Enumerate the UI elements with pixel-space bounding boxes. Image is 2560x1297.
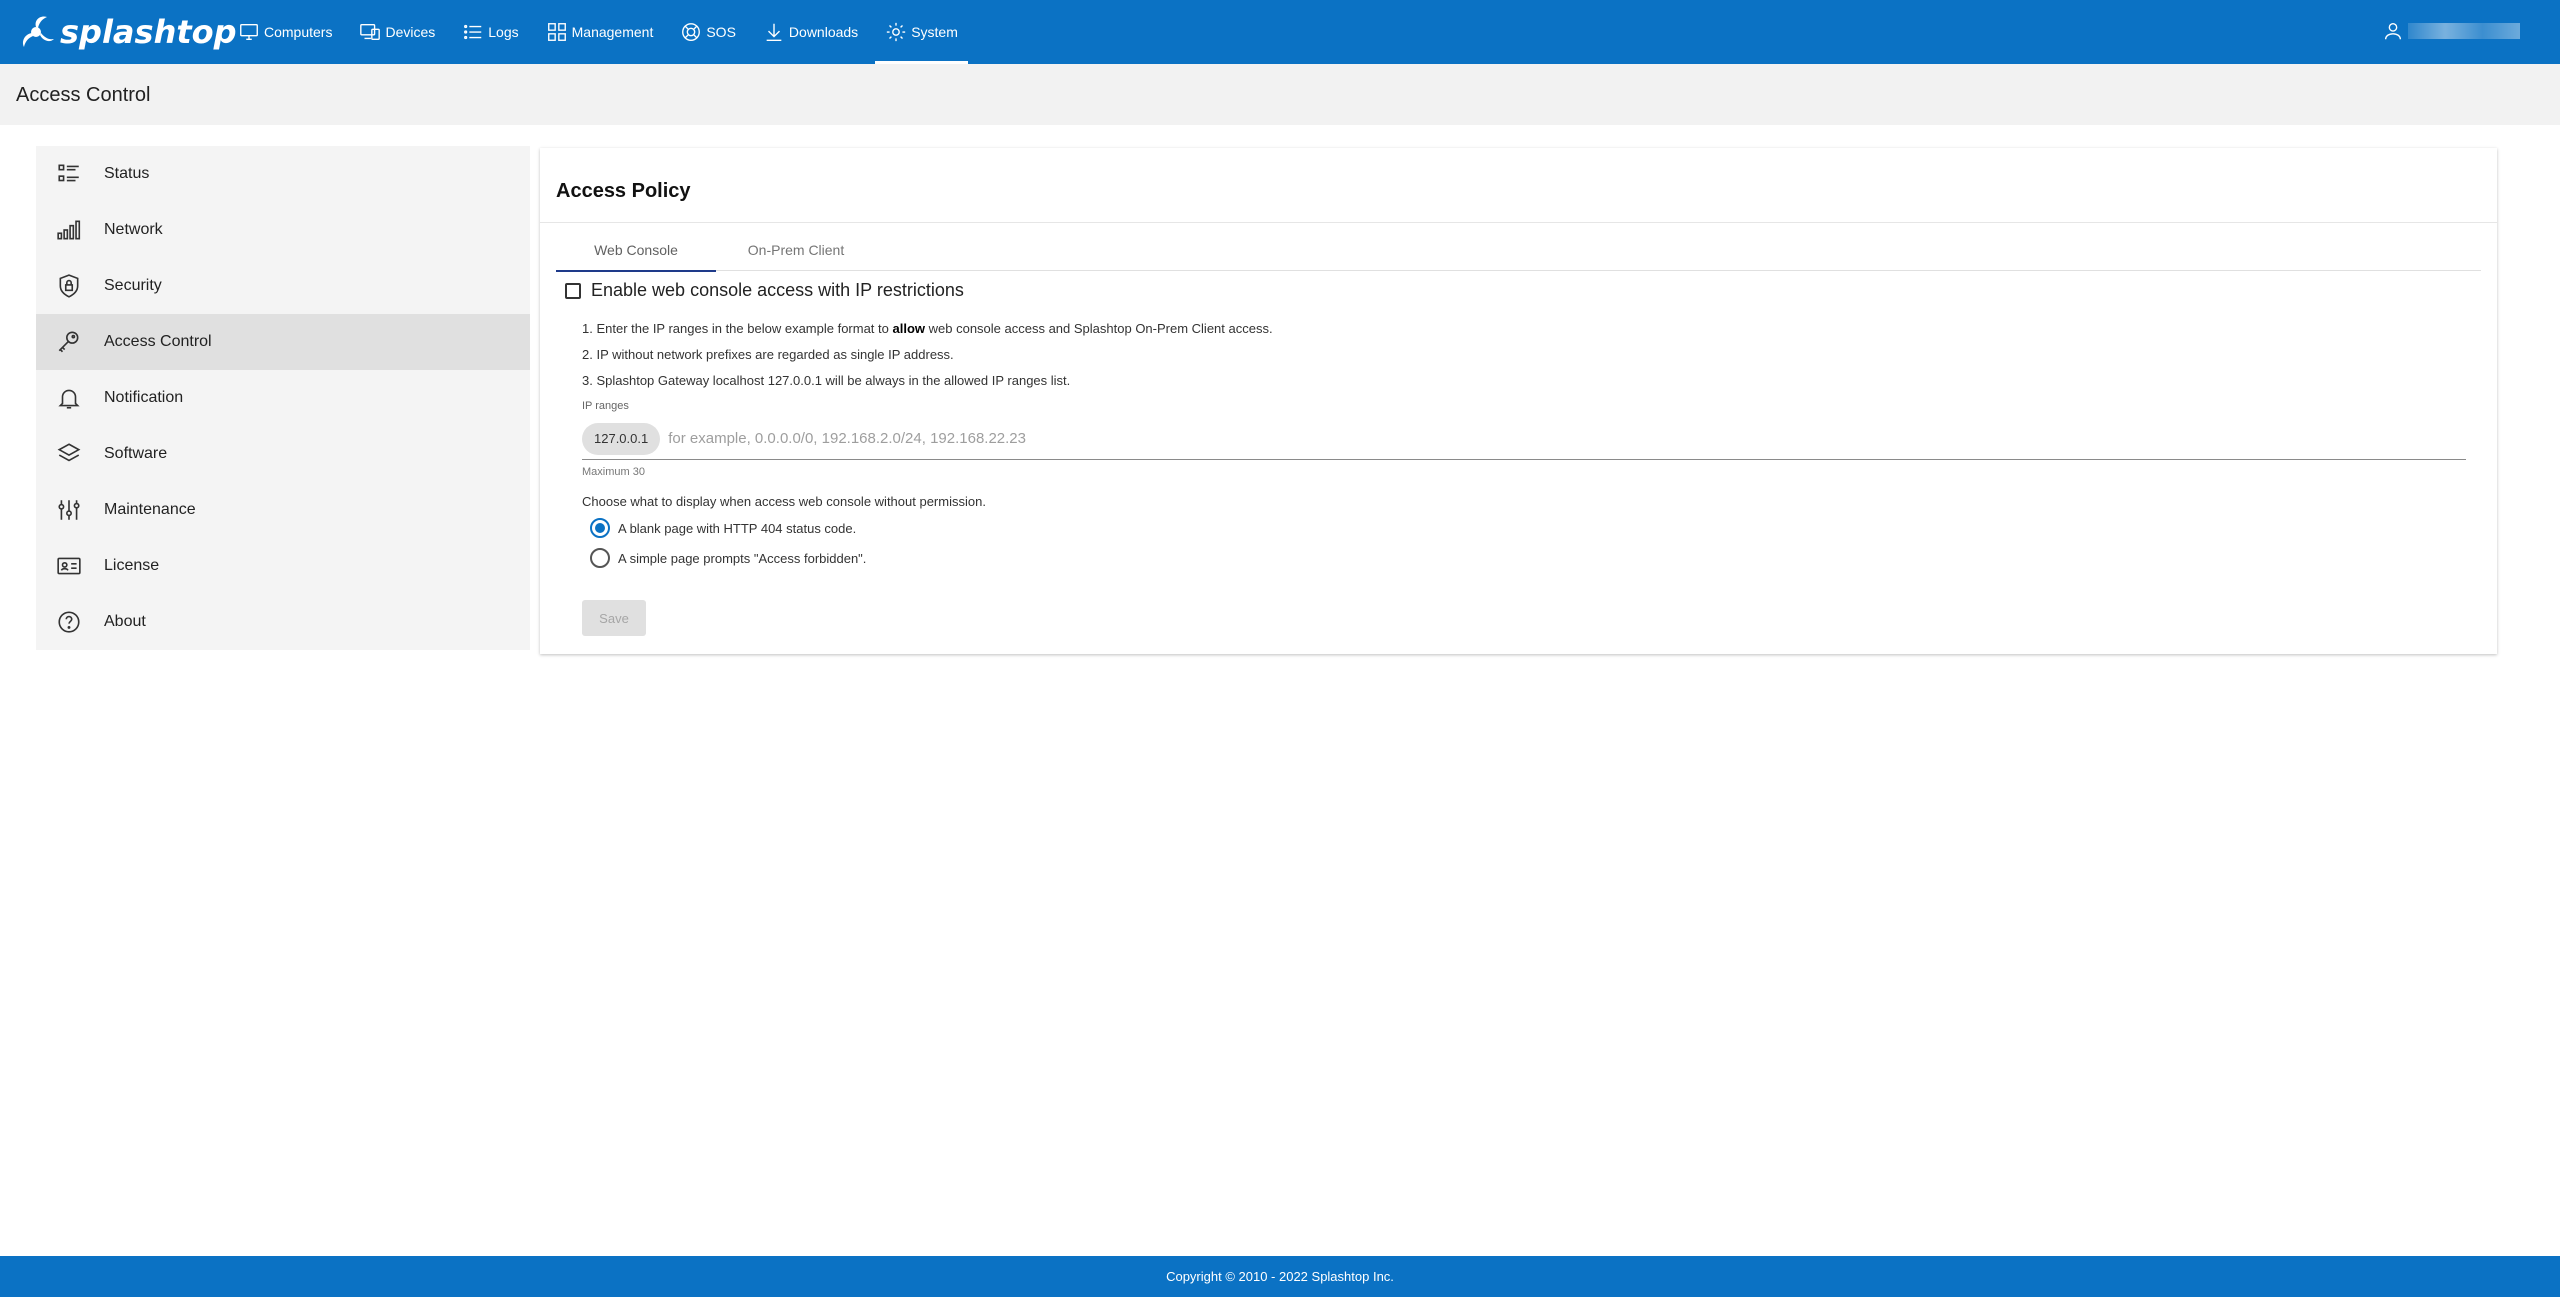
sidebar-item-label: Security [104,277,162,294]
layers-icon [57,443,81,462]
page-header: Access Control [0,64,2560,125]
divider [540,222,2497,223]
sidebar: Status Network Security Access Control N… [36,146,530,650]
lifebuoy-icon [682,23,701,41]
sidebar-item-label: Notification [104,389,184,406]
grid-icon [547,23,566,41]
enable-ip-restriction-checkbox[interactable] [565,282,581,299]
sidebar-item-label: Maintenance [104,501,196,518]
choose-display-label: Choose what to display when access web c… [582,494,986,509]
instructions: 1. Enter the IP ranges in the below exam… [582,320,1273,398]
nav-label: Logs [488,24,519,40]
bell-icon [58,389,80,409]
nav-label: Devices [385,24,436,40]
enable-ip-restriction-row[interactable]: Enable web console access with IP restri… [565,280,964,301]
nav-item-system[interactable]: System [875,0,968,64]
main-nav: Computers Devices Logs Management SOS Do… [228,0,975,64]
sidebar-item-about[interactable]: About [36,594,530,650]
max-hint: Maximum 30 [582,466,645,478]
card-title: Access Policy [556,180,691,202]
ip-ranges-field[interactable]: 127.0.0.1 [582,418,2466,460]
sidebar-item-software[interactable]: Software [36,426,530,482]
nav-item-devices[interactable]: Devices [349,0,445,64]
instruction-line-2: 2. IP without network prefixes are regar… [582,347,954,362]
access-policy-card: Access Policy Web Console On-Prem Client… [540,148,2497,654]
brand-name: splashtop [60,13,237,51]
sidebar-item-access-control[interactable]: Access Control [36,314,530,370]
nav-label: Management [571,24,654,40]
nav-item-sos[interactable]: SOS [670,0,746,64]
splashtop-logo[interactable]: splashtop [16,10,237,54]
tab-web-console[interactable]: Web Console [556,228,716,272]
ip-ranges-label: IP ranges [582,400,629,412]
nav-label: Computers [264,24,333,40]
sidebar-item-security[interactable]: Security [36,258,530,314]
nav-item-management[interactable]: Management [536,0,664,64]
sidebar-item-label: Access Control [104,333,212,350]
ip-chip: 127.0.0.1 [582,422,661,455]
gear-icon [887,22,906,42]
ip-ranges-input[interactable] [668,430,2369,447]
sidebar-item-maintenance[interactable]: Maintenance [36,482,530,538]
option-label: A simple page prompts "Access forbidden"… [618,550,867,566]
sidebar-item-network[interactable]: Network [36,202,530,258]
nav-label: System [911,24,958,40]
status-list-icon [58,164,79,182]
list-icon [464,24,482,40]
instruction-line-3: 3. Splashtop Gateway localhost 127.0.0.1… [582,373,1071,388]
option-label: A blank page with HTTP 404 status code. [618,520,857,536]
signal-bars-icon [57,220,81,240]
nav-label: Downloads [788,24,859,40]
sliders-icon [58,500,80,520]
sidebar-item-label: Software [104,445,168,462]
sidebar-item-status[interactable]: Status [36,146,530,202]
top-nav-bar: splashtop Computers Devices Logs Managem… [0,0,2560,64]
footer: Copyright © 2010 - 2022 Splashtop Inc. [0,1256,2560,1297]
nav-item-logs[interactable]: Logs [452,0,528,64]
sidebar-item-label: Status [104,165,150,182]
sidebar-item-label: Network [104,221,163,238]
policy-tabs: Web Console On-Prem Client [556,228,2481,272]
download-icon [766,23,782,41]
sidebar-item-license[interactable]: License [36,538,530,594]
nav-label: SOS [706,24,736,40]
save-button[interactable]: Save [582,600,646,636]
shield-icon [59,274,79,298]
nav-item-downloads[interactable]: Downloads [753,0,868,64]
id-card-icon [57,557,81,575]
copyright-text: Copyright © 2010 - 2022 Splashtop Inc. [1166,1269,1394,1284]
help-circle-icon [58,611,80,633]
key-icon [58,331,79,353]
monitor-icon [240,23,258,41]
radio-access-forbidden[interactable] [590,548,610,568]
instruction-text: 1. Enter the IP ranges in the below exam… [582,321,893,336]
user-name-redacted [2408,23,2520,39]
instruction-line-1: 1. Enter the IP ranges in the below exam… [582,320,1273,346]
user-menu[interactable] [2382,20,2520,42]
instruction-bold-text: allow [892,321,926,336]
instruction-text: web console access and Splashtop On-Prem… [925,321,1273,336]
sidebar-item-label: License [104,557,160,574]
option-blank-404[interactable]: A blank page with HTTP 404 status code. [590,518,856,538]
splashtop-logo-icon [22,16,54,47]
devices-icon [360,23,381,41]
nav-item-computers[interactable]: Computers [228,0,342,64]
option-access-forbidden[interactable]: A simple page prompts "Access forbidden"… [590,548,866,568]
sidebar-item-label: About [104,613,146,630]
page-title: Access Control [16,84,151,106]
sidebar-item-notification[interactable]: Notification [36,370,530,426]
tab-on-prem-client[interactable]: On-Prem Client [716,228,876,271]
enable-ip-restriction-label: Enable web console access with IP restri… [591,280,964,300]
radio-blank-404[interactable] [590,518,610,538]
user-icon [2384,22,2402,40]
